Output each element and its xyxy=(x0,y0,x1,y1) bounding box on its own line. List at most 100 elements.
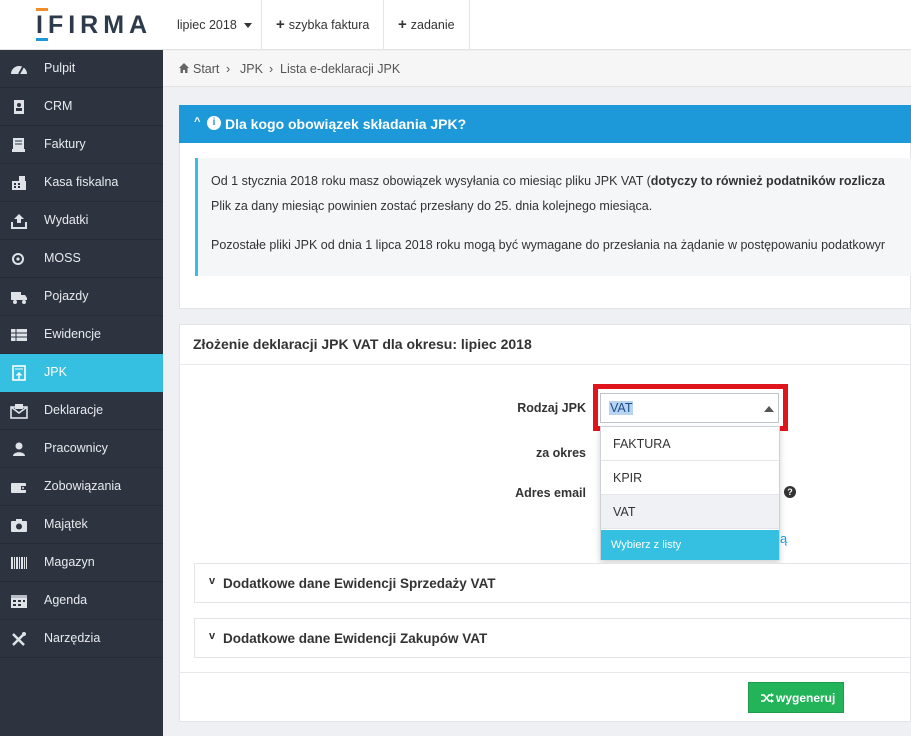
chevron-down-icon: v xyxy=(209,630,216,642)
chevron-down-icon: v xyxy=(209,575,216,587)
wallet-icon xyxy=(11,483,27,493)
truck-icon xyxy=(11,292,27,304)
sidebar-item-label: Majątek xyxy=(44,517,88,531)
period-dropdown[interactable]: lipiec 2018 xyxy=(163,0,262,50)
breadcrumb-jpk[interactable]: JPK xyxy=(240,62,263,76)
quick-invoice-label: szybka faktura xyxy=(288,18,370,32)
sidebar-item-label: Kasa fiskalna xyxy=(44,175,119,189)
sidebar-item-kasa-fiskalna[interactable]: Kasa fiskalna xyxy=(0,164,163,202)
sidebar-item-label: Agenda xyxy=(44,593,88,607)
sidebar-item-jpk[interactable]: JPK xyxy=(0,354,163,392)
purchase-section-toggle[interactable]: v Dodatkowe dane Ewidencji Zakupów VAT xyxy=(194,618,911,658)
invoice-icon xyxy=(12,138,25,152)
help-icon[interactable]: ? xyxy=(784,486,796,498)
breadcrumb-separator: › xyxy=(269,62,274,76)
generate-label: wygeneruj xyxy=(776,691,836,705)
logo: IFIRMA xyxy=(36,11,153,39)
dashboard-icon xyxy=(11,66,27,75)
envelope-icon xyxy=(10,404,28,419)
form-title: Złożenie deklaracji JPK VAT dla okresu: … xyxy=(193,336,532,352)
sidebar-item-label: Zobowiązania xyxy=(44,479,122,493)
breadcrumb-start[interactable]: Start xyxy=(193,62,219,76)
highlight-box xyxy=(593,384,788,431)
okres-label: za okres xyxy=(535,446,586,460)
sidebar-item-pulpit[interactable]: Pulpit xyxy=(0,50,163,88)
plus-icon: + xyxy=(276,16,285,33)
partial-link[interactable]: ą xyxy=(780,531,787,546)
task-label: zadanie xyxy=(410,18,455,32)
dropdown-option-faktura[interactable]: FAKTURA xyxy=(601,427,779,461)
sidebar-item-label: Wydatki xyxy=(44,213,89,227)
sidebar-item-agenda[interactable]: Agenda xyxy=(0,582,163,620)
top-bar: lipiec 2018 + szybka faktura + zadanie xyxy=(163,0,911,50)
info-line-3: Pozostałe pliki JPK od dnia 1 lipca 2018… xyxy=(211,238,886,252)
purchase-section-title: Dodatkowe dane Ewidencji Zakupów VAT xyxy=(223,631,488,646)
sidebar-item-label: Narzędzia xyxy=(44,631,101,645)
sidebar-item-narzedzia[interactable]: Narzędzia xyxy=(0,620,163,658)
breadcrumb-separator: › xyxy=(226,62,231,76)
sidebar-item-pojazdy[interactable]: Pojazdy xyxy=(0,278,163,316)
sidebar-item-label: Pojazdy xyxy=(44,289,89,303)
sidebar-item-label: Pulpit xyxy=(44,61,76,75)
home-icon xyxy=(179,63,189,73)
rodzaj-jpk-label: Rodzaj JPK xyxy=(517,401,586,415)
period-label: lipiec 2018 xyxy=(177,18,237,32)
breadcrumb-current: Lista e-deklaracji JPK xyxy=(280,62,401,76)
jpk-icon xyxy=(12,365,26,381)
logo-area[interactable]: IFIRMA xyxy=(0,0,163,50)
info-panel-title: Dla kogo obowiązek składania JPK? xyxy=(225,116,467,132)
dropdown-option-kpir[interactable]: KPIR xyxy=(601,461,779,495)
sidebar-item-label: CRM xyxy=(44,99,73,113)
sidebar-item-label: Deklaracje xyxy=(44,403,104,417)
sidebar-item-zobowiazania[interactable]: Zobowiązania xyxy=(0,468,163,506)
sidebar-item-magazyn[interactable]: Magazyn xyxy=(0,544,163,582)
sidebar-item-label: Faktury xyxy=(44,137,86,151)
info-panel-header[interactable]: ^ i Dla kogo obowiązek składania JPK? xyxy=(179,105,911,143)
dropdown-footer[interactable]: Wybierz z listy xyxy=(601,530,779,560)
address-book-icon xyxy=(14,100,24,114)
form-panel xyxy=(179,324,911,722)
sidebar-item-ewidencje[interactable]: Ewidencje xyxy=(0,316,163,354)
dropdown-option-vat[interactable]: VAT xyxy=(601,495,779,529)
sales-section-toggle[interactable]: v Dodatkowe dane Ewidencji Sprzedaży VAT xyxy=(194,563,911,603)
sales-section-title: Dodatkowe dane Ewidencji Sprzedaży VAT xyxy=(223,576,496,591)
email-label: Adres email xyxy=(515,486,586,500)
caret-down-icon xyxy=(244,23,253,29)
rodzaj-jpk-dropdown: FAKTURA KPIR VAT Wybierz z listy xyxy=(600,426,780,560)
form-footer-divider xyxy=(179,672,911,673)
sidebar-item-majatek[interactable]: Majątek xyxy=(0,506,163,544)
sidebar-item-pracownicy[interactable]: Pracownicy xyxy=(0,430,163,468)
sidebar-item-moss[interactable]: MOSS xyxy=(0,240,163,278)
barcode-icon xyxy=(11,557,27,569)
sidebar-item-crm[interactable]: CRM xyxy=(0,88,163,126)
task-button[interactable]: + zadanie xyxy=(384,0,470,50)
chevron-up-icon: ^ xyxy=(194,116,201,128)
tools-icon xyxy=(12,632,26,646)
sidebar-item-faktury[interactable]: Faktury xyxy=(0,126,163,164)
breadcrumb: Start › JPK › Lista e-deklaracji JPK xyxy=(163,51,911,87)
sidebar-item-label: Pracownicy xyxy=(44,441,108,455)
moss-icon xyxy=(12,253,24,265)
sidebar-item-label: Ewidencje xyxy=(44,327,101,341)
shuffle-icon xyxy=(761,693,774,703)
sidebar-item-deklaracje[interactable]: Deklaracje xyxy=(0,392,163,430)
calendar-icon xyxy=(11,595,27,608)
user-icon xyxy=(13,442,25,456)
form-panel-header-divider xyxy=(179,364,911,365)
ledger-icon xyxy=(11,329,27,341)
camera-icon xyxy=(11,519,27,532)
cash-register-icon xyxy=(12,176,26,190)
info-line-1: Od 1 stycznia 2018 roku masz obowiązek w… xyxy=(211,174,885,188)
sidebar-item-label: MOSS xyxy=(44,251,81,265)
info-panel-body: Od 1 stycznia 2018 roku masz obowiązek w… xyxy=(195,158,911,276)
info-line-2: Plik za dany miesiąc powinien zostać prz… xyxy=(211,199,653,213)
sidebar: Pulpit CRM Faktury Kasa fiskalna Wydatki… xyxy=(0,50,163,736)
upload-icon xyxy=(11,214,27,229)
info-circle-icon: i xyxy=(207,116,221,130)
generate-button[interactable]: wygeneruj xyxy=(748,682,844,713)
sidebar-item-label: Magazyn xyxy=(44,555,95,569)
sidebar-item-label: JPK xyxy=(44,365,67,379)
quick-invoice-button[interactable]: + szybka faktura xyxy=(262,0,384,50)
plus-icon: + xyxy=(398,16,407,33)
sidebar-item-wydatki[interactable]: Wydatki xyxy=(0,202,163,240)
